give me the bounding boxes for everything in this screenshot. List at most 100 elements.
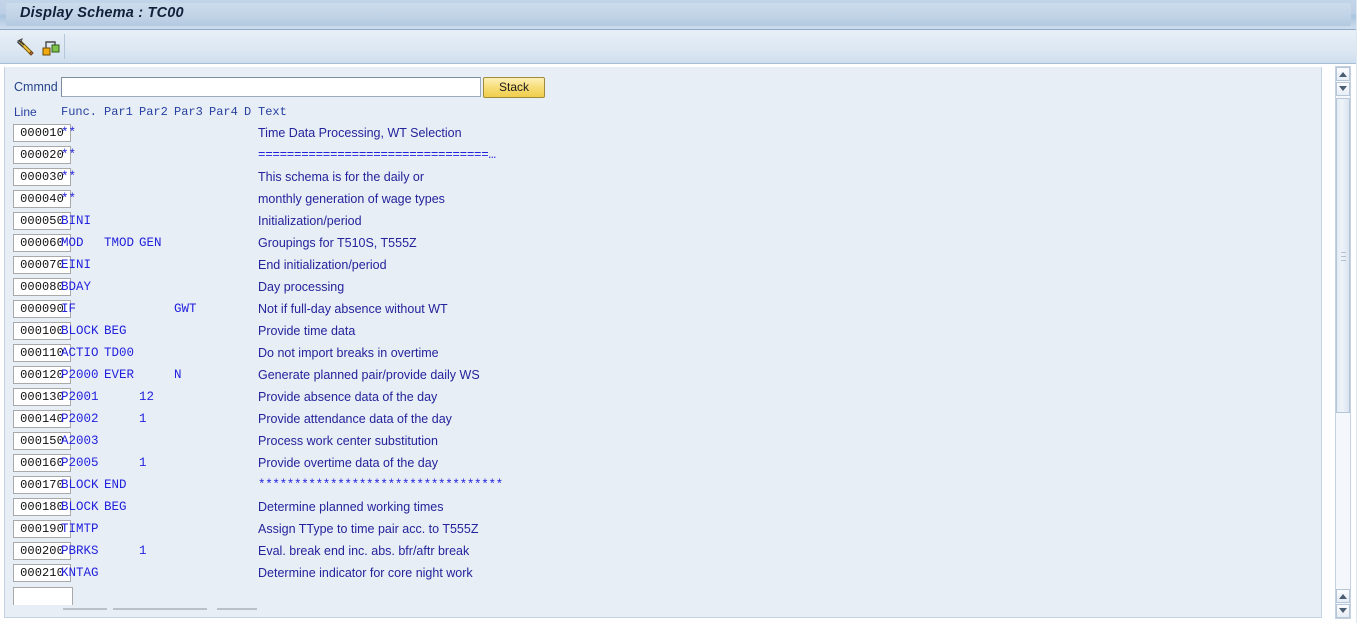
next-row-line-number-partial[interactable] [13, 587, 73, 605]
row-func[interactable]: ** [61, 192, 76, 206]
row-text[interactable]: Provide overtime data of the day [258, 456, 438, 470]
row-text[interactable]: Not if full-day absence without WT [258, 302, 448, 316]
row-func[interactable]: ACTIO [61, 346, 99, 360]
window-title-bar: Display Schema : TC00 [0, 0, 1357, 30]
title-bar-inner [6, 3, 1351, 26]
row-func[interactable]: BLOCK [61, 478, 99, 492]
row-par1[interactable]: BEG [104, 500, 127, 514]
partial-field-params[interactable] [113, 608, 207, 610]
stack-button[interactable]: Stack [483, 77, 545, 98]
row-par2[interactable]: 12 [139, 390, 154, 404]
hierarchy-structure-icon[interactable] [40, 36, 62, 58]
row-text[interactable]: Generate planned pair/provide daily WS [258, 368, 480, 382]
row-text[interactable]: Time Data Processing, WT Selection [258, 126, 462, 140]
edit-pencil-icon[interactable] [14, 36, 36, 58]
table-row[interactable]: 000140 P2002 1 Provide attendance data of t… [5, 409, 1321, 431]
row-text[interactable]: Eval. break end inc. abs. bfr/aftr break [258, 544, 469, 558]
page-title: Display Schema : TC00 [20, 5, 184, 21]
table-row[interactable]: 000170 BLOCK END **************************… [5, 475, 1321, 497]
table-row[interactable]: 000120 P2000 EVER N Generate planned pair/pr… [5, 365, 1321, 387]
table-row[interactable]: 000060 MOD TMOD GEN Groupings for T510S, T55… [5, 233, 1321, 255]
table-row[interactable]: 000180 BLOCK BEG Determine planned working … [5, 497, 1321, 519]
row-func[interactable]: A2003 [61, 434, 99, 448]
row-text[interactable]: Initialization/period [258, 214, 362, 228]
row-text[interactable]: Provide attendance data of the day [258, 412, 452, 426]
partial-field-func[interactable] [63, 608, 107, 610]
table-row[interactable]: 000040 ** monthly generation of wage types [5, 189, 1321, 211]
column-header-par4: Par4 [209, 105, 238, 119]
row-func[interactable]: TIMTP [61, 522, 99, 536]
row-par1[interactable]: BEG [104, 324, 127, 338]
command-input[interactable] [61, 77, 481, 97]
row-par1[interactable]: END [104, 478, 127, 492]
row-text[interactable]: Process work center substitution [258, 434, 438, 448]
row-text[interactable]: monthly generation of wage types [258, 192, 445, 206]
scroll-up-arrow-icon[interactable] [1336, 67, 1350, 81]
row-func[interactable]: BLOCK [61, 500, 99, 514]
row-par2[interactable]: 1 [139, 412, 147, 426]
row-text[interactable]: Assign TType to time pair acc. to T555Z [258, 522, 478, 536]
column-header-func: Func. [61, 105, 98, 119]
row-par2[interactable]: 1 [139, 456, 147, 470]
table-row[interactable]: 000210 KNTAG Determine indicator for core … [5, 563, 1321, 585]
row-func[interactable]: EINI [61, 258, 91, 272]
row-func[interactable]: P2000 [61, 368, 99, 382]
row-func[interactable]: BINI [61, 214, 91, 228]
row-func[interactable]: P2001 [61, 390, 99, 404]
command-row: Cmmnd Stack [5, 77, 1321, 99]
row-func[interactable]: BDAY [61, 280, 91, 294]
scrollbar-thumb[interactable] [1336, 98, 1350, 413]
row-func[interactable]: KNTAG [61, 566, 99, 580]
row-text[interactable]: This schema is for the daily or [258, 170, 424, 184]
vertical-scrollbar[interactable] [1335, 66, 1351, 619]
table-row[interactable]: 000010 ** Time Data Processing, WT Selecti… [5, 123, 1321, 145]
row-text[interactable]: Do not import breaks in overtime [258, 346, 439, 360]
row-text[interactable]: Determine indicator for core night work [258, 566, 473, 580]
row-func[interactable]: ** [61, 126, 76, 140]
row-par1[interactable]: TMOD [104, 236, 134, 250]
row-par3[interactable]: N [174, 368, 182, 382]
row-func[interactable]: IF [61, 302, 76, 316]
row-par2[interactable]: 1 [139, 544, 147, 558]
table-row[interactable]: 000200 PBRKS 1 Eval. break end inc. abs. bf… [5, 541, 1321, 563]
table-row[interactable]: 000080 BDAY Day processing [5, 277, 1321, 299]
row-func[interactable]: MOD [61, 236, 84, 250]
row-par2[interactable]: GEN [139, 236, 162, 250]
partial-field-d[interactable] [217, 608, 257, 610]
row-text[interactable]: Groupings for T510S, T555Z [258, 236, 417, 250]
row-func[interactable]: PBRKS [61, 544, 99, 558]
table-row[interactable]: 000190 TIMTP Assign TType to time pair acc… [5, 519, 1321, 541]
row-func[interactable]: P2005 [61, 456, 99, 470]
sap-display-schema-window: Display Schema : TC00 © www.tutorialkart… [0, 0, 1357, 623]
toolbar-separator [64, 34, 65, 59]
row-par1[interactable]: TD00 [104, 346, 134, 360]
table-row[interactable]: 000070 EINI End initialization/period [5, 255, 1321, 277]
row-func[interactable]: ** [61, 148, 76, 162]
table-row[interactable]: 000150 A2003 Process work center substitut… [5, 431, 1321, 453]
row-func[interactable]: ** [61, 170, 76, 184]
table-row[interactable]: 000090 IF GWT Not if full-day absence witho… [5, 299, 1321, 321]
table-row[interactable]: 000030 ** This schema is for the daily or [5, 167, 1321, 189]
row-par3[interactable]: GWT [174, 302, 197, 316]
row-func[interactable]: P2002 [61, 412, 99, 426]
table-row[interactable]: 000020 ** ================================… [5, 145, 1321, 167]
table-row[interactable]: 000130 P2001 12 Provide absence data of the… [5, 387, 1321, 409]
column-header-par3: Par3 [174, 105, 203, 119]
row-func[interactable]: BLOCK [61, 324, 99, 338]
row-text[interactable]: Day processing [258, 280, 344, 294]
row-text[interactable]: Provide absence data of the day [258, 390, 437, 404]
scroll-down-arrow-bottom-icon[interactable] [1336, 604, 1350, 618]
scroll-down-arrow-icon[interactable] [1336, 82, 1350, 96]
row-text[interactable]: Determine planned working times [258, 500, 444, 514]
row-text[interactable]: ********************************** [258, 478, 503, 492]
row-par1[interactable]: EVER [104, 368, 134, 382]
table-row[interactable]: 000110 ACTIO TD00 Do not import breaks in o… [5, 343, 1321, 365]
table-column-headers: Line Func. Par1 Par2 Par3 Par4 D Text [5, 105, 1321, 121]
row-text[interactable]: ================================… [258, 148, 496, 162]
row-text[interactable]: End initialization/period [258, 258, 387, 272]
table-row[interactable]: 000050 BINI Initialization/period [5, 211, 1321, 233]
table-row[interactable]: 000100 BLOCK BEG Provide time data [5, 321, 1321, 343]
scroll-up-arrow-bottom-icon[interactable] [1336, 589, 1350, 603]
row-text[interactable]: Provide time data [258, 324, 355, 338]
table-row[interactable]: 000160 P2005 1 Provide overtime data of the… [5, 453, 1321, 475]
